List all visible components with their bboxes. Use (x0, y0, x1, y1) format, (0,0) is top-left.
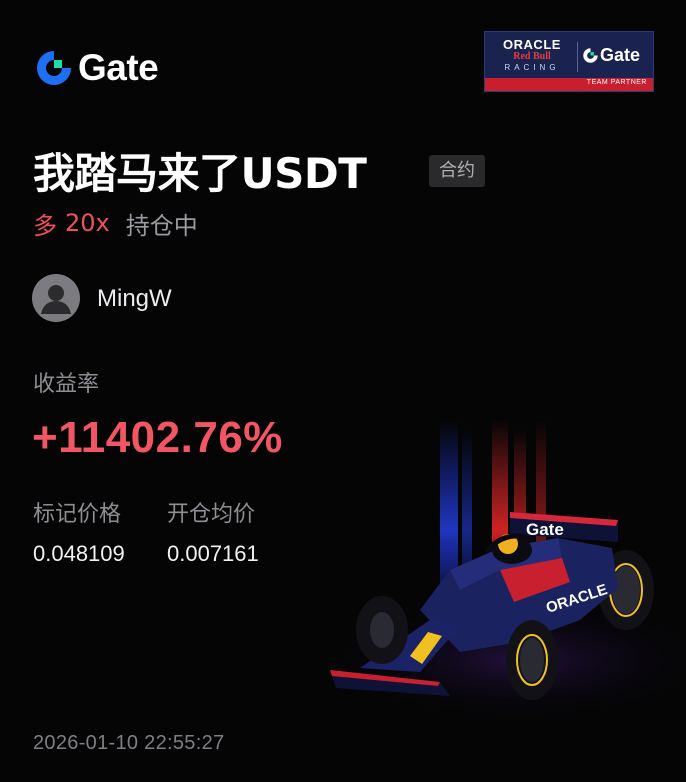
partner-strip-text: TEAM PARTNER (586, 79, 647, 86)
timestamp: 2026-01-10 22:55:27 (33, 732, 225, 754)
partner-redbull-text: Red Bull (513, 51, 551, 62)
position-direction: 多 (33, 211, 57, 240)
position-info: 多 20x 持仓中 (33, 206, 198, 240)
partner-divider (577, 42, 578, 72)
gate-logo-icon (37, 51, 71, 85)
mark-price-value: 0.048109 (33, 541, 125, 566)
position-leverage: 20x (65, 209, 110, 237)
svg-text:Gate: Gate (526, 520, 564, 539)
brand-logo: Gate (34, 46, 159, 90)
position-title: 我踏马来了USDT (33, 149, 367, 198)
entry-price-value: 0.007161 (167, 541, 259, 566)
race-car-illustration: Gate ORACLE (310, 420, 686, 720)
share-card: Gate ORACLE Red Bull RACING Gate TEAM PA… (0, 0, 686, 782)
partner-team: ORACLE Red Bull RACING (491, 38, 573, 76)
mark-price-label: 标记价格 (33, 502, 122, 527)
partner-gate-text: Gate (600, 44, 641, 65)
partner-racing-text: RACING (504, 63, 560, 72)
username: MingW (97, 285, 172, 312)
roi-label: 收益率 (33, 372, 100, 397)
contract-tag: 合约 (429, 155, 485, 187)
partner-oracle-text: ORACLE (503, 37, 561, 52)
partner-gate-logo: Gate (582, 44, 640, 66)
position-status: 持仓中 (125, 211, 198, 240)
brand-name: Gate (78, 47, 159, 88)
entry-price-label: 开仓均价 (167, 502, 256, 527)
default-avatar-icon (32, 274, 80, 322)
gate-logo-icon (583, 47, 598, 63)
roi-value: +11402.76% (32, 413, 283, 462)
partner-strip: TEAM PARTNER (485, 78, 653, 91)
partner-badge: ORACLE Red Bull RACING Gate TEAM PARTNER (484, 31, 654, 92)
